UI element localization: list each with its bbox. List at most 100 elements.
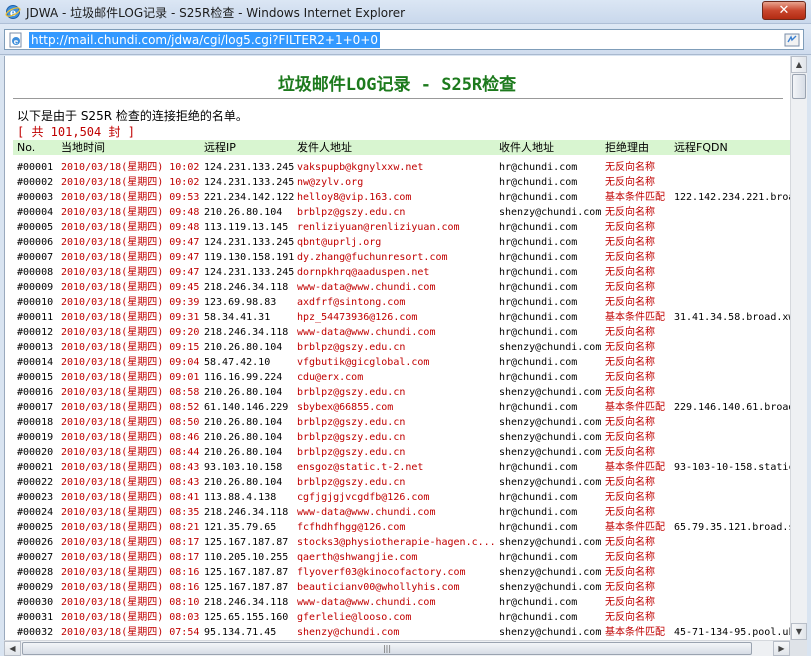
cell-to: shenzy@chundi.com [499,567,602,578]
close-button[interactable]: ✕ [762,1,806,20]
cell-no: #00004 [17,207,54,218]
scroll-right-button[interactable]: ▶ [773,641,790,656]
cell-no: #00032 [17,627,54,638]
cell-time: 2010/03/18(星期四) 09:47 [61,237,200,248]
cell-reason: 无反向名称 [605,222,655,233]
cell-reason: 基本条件匹配 [605,627,665,638]
cell-time: 2010/03/18(星期四) 10:02 [61,162,200,173]
cell-no: #00003 [17,192,54,203]
cell-to: hr@chundi.com [499,312,578,323]
cell-fqdn [674,580,790,595]
address-field[interactable]: e http://mail.chundi.com/jdwa/cgi/log5.c… [4,29,804,50]
scroll-up-button[interactable]: ▲ [791,56,807,73]
cell-from: ensgoz@static.t-2.net [297,462,424,473]
cell-to: hr@chundi.com [499,327,578,338]
cell-from: www-data@www.chundi.com [297,597,436,608]
cell-ip: 123.69.98.83 [204,297,277,308]
cell-time: 2010/03/18(星期四) 07:54 [61,627,200,638]
cell-time: 2010/03/18(星期四) 08:43 [61,477,200,488]
cell-time: 2010/03/18(星期四) 08:41 [61,492,200,503]
vertical-scrollbar[interactable]: ▲ ▼ [790,56,807,640]
cell-time: 2010/03/18(星期四) 08:46 [61,432,200,443]
cell-reason: 基本条件匹配 [605,312,665,323]
cell-to: hr@chundi.com [499,462,578,473]
cell-from: qaerth@shwangjie.com [297,552,418,563]
window-titlebar[interactable]: e JDWA - 垃圾邮件LOG记录 - S25R检查 - Windows In… [0,0,811,24]
cell-to: hr@chundi.com [499,192,578,203]
cell-ip: 95.134.71.45 [204,627,277,638]
cell-from: dy.zhang@fuchunresort.com [297,252,448,263]
cell-time: 2010/03/18(星期四) 08:44 [61,447,200,458]
svg-text:e: e [14,37,19,46]
cell-time: 2010/03/18(星期四) 08:10 [61,597,200,608]
cell-ip: 210.26.80.104 [204,342,283,353]
cell-ip: 125.167.187.87 [204,567,289,578]
page-title: 垃圾邮件LOG记录 - S25R检查 [277,75,517,95]
cell-ip: 210.26.80.104 [204,387,283,398]
cell-from: renliziyuan@renliziyuan.com [297,222,460,233]
cell-no: #00026 [17,537,54,548]
cell-time: 2010/03/18(星期四) 09:53 [61,192,200,203]
cell-ip: 119.130.158.191 [204,252,295,263]
cell-time: 2010/03/18(星期四) 09:48 [61,207,200,218]
cell-from: stocks3@physiotherapie-hagen.c... [297,537,496,548]
cell-from: www-data@www.chundi.com [297,282,436,293]
cell-time: 2010/03/18(星期四) 08:21 [61,522,200,533]
cell-reason: 基本条件匹配 [605,402,665,413]
cell-time: 2010/03/18(星期四) 09:47 [61,252,200,263]
cell-from: cdu@erx.com [297,372,364,383]
table-row: #00003 2010/03/18(星期四) 09:53 221.234.142.1… [13,190,790,205]
cell-reason: 无反向名称 [605,357,655,368]
scroll-down-button[interactable]: ▼ [791,623,807,640]
table-row: #00004 2010/03/18(星期四) 09:48 210.26.80.104… [13,205,790,220]
horizontal-scroll-thumb[interactable]: ||| [22,642,752,655]
vertical-scroll-thumb[interactable] [792,74,806,99]
cell-reason: 无反向名称 [605,552,655,563]
cell-no: #00031 [17,612,54,623]
cell-ip: 218.246.34.118 [204,327,289,338]
cell-fqdn [674,295,790,310]
ie-page-icon: e [9,32,22,48]
cell-no: #00017 [17,402,54,413]
cell-fqdn [674,265,790,280]
table-row: #00022 2010/03/18(星期四) 08:43 210.26.80.104… [13,475,790,490]
cell-from: flyoverf03@kinocofactory.com [297,567,466,578]
cell-time: 2010/03/18(星期四) 08:58 [61,387,200,398]
cell-fqdn [674,535,790,550]
cell-fqdn [674,280,790,295]
cell-fqdn [674,385,790,400]
cell-time: 2010/03/18(星期四) 08:43 [61,462,200,473]
cell-ip: 125.167.187.87 [204,582,289,593]
header-no: No. [17,141,36,154]
cell-to: shenzy@chundi.com [499,582,602,593]
cell-reason: 无反向名称 [605,597,655,608]
table-row: #00017 2010/03/18(星期四) 08:52 61.140.146.22… [13,400,790,415]
cell-fqdn [674,505,790,520]
header-time: 当地时间 [61,141,105,154]
cell-to: hr@chundi.com [499,222,578,233]
cell-no: #00015 [17,372,54,383]
cell-time: 2010/03/18(星期四) 08:50 [61,417,200,428]
log-table: #00001 2010/03/18(星期四) 10:02 124.231.133.2… [13,160,790,640]
compatibility-view-icon[interactable] [784,32,800,48]
cell-reason: 无反向名称 [605,252,655,263]
cell-fqdn [674,355,790,370]
table-row: #00010 2010/03/18(星期四) 09:39 123.69.98.83 a… [13,295,790,310]
scroll-left-button[interactable]: ◀ [4,641,21,656]
cell-no: #00009 [17,282,54,293]
cell-ip: 113.88.4.138 [204,492,277,503]
cell-to: hr@chundi.com [499,237,578,248]
cell-ip: 210.26.80.104 [204,417,283,428]
horizontal-scrollbar[interactable]: ◀ ||| ▶ [4,640,790,656]
cell-fqdn [674,565,790,580]
cell-from: qbnt@uprlj.org [297,237,382,248]
cell-to: hr@chundi.com [499,552,578,563]
cell-fqdn: 229.146.140.61.broad [674,402,790,413]
cell-reason: 基本条件匹配 [605,522,665,533]
cell-ip: 121.35.79.65 [204,522,277,533]
address-url[interactable]: http://mail.chundi.com/jdwa/cgi/log5.cgi… [29,32,380,48]
cell-no: #00028 [17,567,54,578]
cell-time: 2010/03/18(星期四) 09:31 [61,312,200,323]
cell-to: hr@chundi.com [499,162,578,173]
cell-time: 2010/03/18(星期四) 09:45 [61,282,200,293]
